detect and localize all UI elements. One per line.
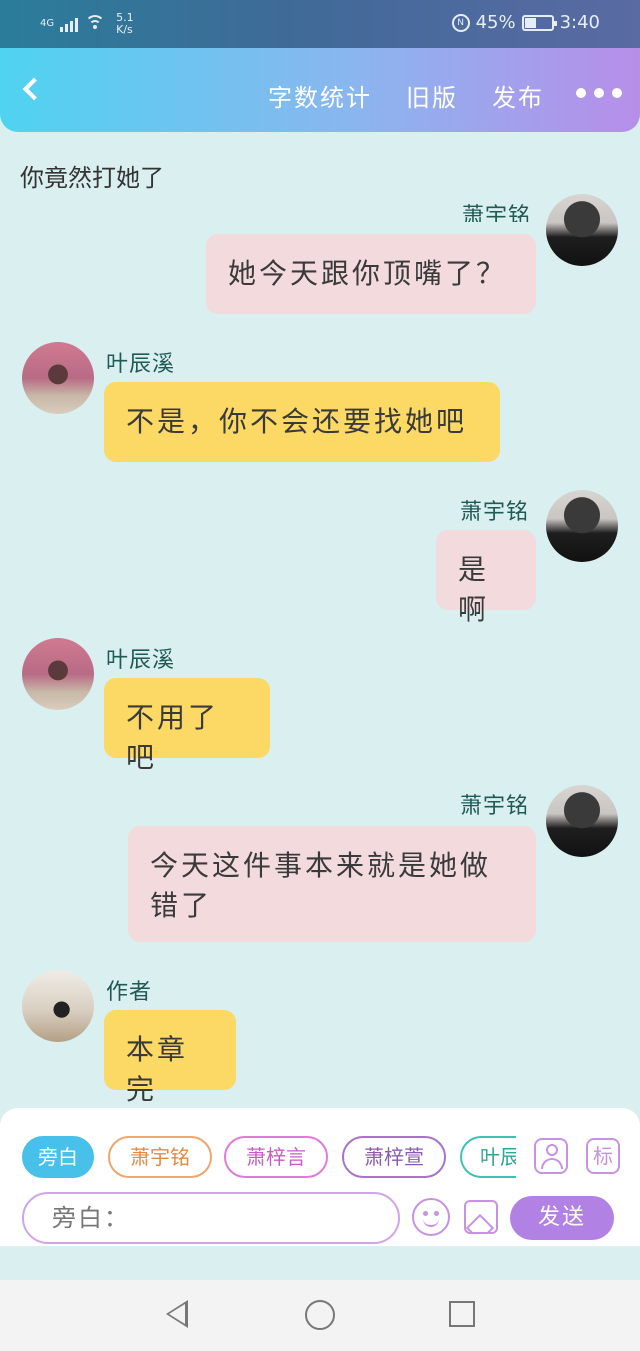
sender-name: 作者 xyxy=(106,980,153,1005)
app-header: 字数统计 旧版 发布 xyxy=(0,48,640,132)
speed-unit: K/s xyxy=(116,23,133,36)
system-nav-bar xyxy=(0,1280,640,1351)
emoji-icon[interactable] xyxy=(412,1198,450,1236)
network-type: 4G xyxy=(40,18,55,29)
message-bubble[interactable]: 是啊 xyxy=(436,530,536,626)
nav-recent-icon[interactable] xyxy=(449,1301,475,1327)
signal-icon xyxy=(60,16,79,32)
message-bubble[interactable]: 今天这件事本来就是她做错了 xyxy=(128,826,536,942)
sender-name: 萧宇铭 xyxy=(460,500,530,525)
send-button[interactable]: 发送 xyxy=(510,1196,614,1240)
status-left: 4G 5.1 K/s xyxy=(40,12,134,36)
status-right: N 45% 3:40 xyxy=(451,12,600,33)
nfc-icon: N xyxy=(451,13,470,32)
message-bubble[interactable]: 她今天跟你顶嘴了？ xyxy=(206,234,536,314)
nav-back-icon[interactable] xyxy=(166,1300,188,1328)
role-chip[interactable]: 叶辰溪 xyxy=(460,1136,516,1178)
status-bar: 4G 5.1 K/s N 45% 3:40 xyxy=(0,0,640,48)
avatar[interactable] xyxy=(546,490,618,562)
avatar[interactable] xyxy=(22,638,94,710)
avatar[interactable] xyxy=(546,785,618,857)
role-chip[interactable]: 萧梓萱 xyxy=(342,1136,446,1178)
clock: 3:40 xyxy=(559,12,600,33)
avatar[interactable] xyxy=(22,970,94,1042)
narration-text[interactable]: 你竟然打她了 xyxy=(20,158,164,193)
role-chip[interactable]: 旁白 xyxy=(22,1136,94,1178)
sender-name: 萧宇铭 xyxy=(460,794,530,819)
chevron-left-icon[interactable] xyxy=(22,78,42,100)
sender-name: 叶辰溪 xyxy=(106,648,176,673)
network-speed: 5.1 K/s xyxy=(116,12,134,36)
role-chip[interactable]: 萧梓言 xyxy=(224,1136,328,1178)
battery-percent: 45% xyxy=(475,12,516,33)
avatar[interactable] xyxy=(22,342,94,414)
word-count-button[interactable]: 字数统计 xyxy=(268,78,372,113)
nav-home-icon[interactable] xyxy=(305,1300,335,1330)
publish-button[interactable]: 发布 xyxy=(492,78,544,113)
message-input[interactable]: 旁白： xyxy=(22,1192,400,1244)
wifi-icon xyxy=(84,15,106,33)
message-bubble[interactable]: 本章完 xyxy=(104,1010,236,1106)
sender-name: 叶辰溪 xyxy=(106,352,176,377)
message-bubble[interactable]: 不用了吧 xyxy=(104,678,270,774)
role-chip[interactable]: 萧宇铭 xyxy=(108,1136,212,1178)
avatar[interactable] xyxy=(546,194,618,266)
battery-icon xyxy=(521,14,557,31)
sender-name: 萧宇铭 xyxy=(462,204,532,222)
image-icon[interactable] xyxy=(464,1200,498,1234)
old-version-button[interactable]: 旧版 xyxy=(406,78,458,113)
person-icon[interactable] xyxy=(534,1138,568,1174)
tag-button[interactable]: 标 xyxy=(586,1138,620,1174)
more-dots-icon[interactable] xyxy=(576,88,622,98)
message-bubble[interactable]: 不是，你不会还要找她吧 xyxy=(104,382,500,462)
composer-panel: 旁白 萧宇铭 萧梓言 萧梓萱 叶辰溪 标 旁白： 发送 xyxy=(0,1108,640,1246)
